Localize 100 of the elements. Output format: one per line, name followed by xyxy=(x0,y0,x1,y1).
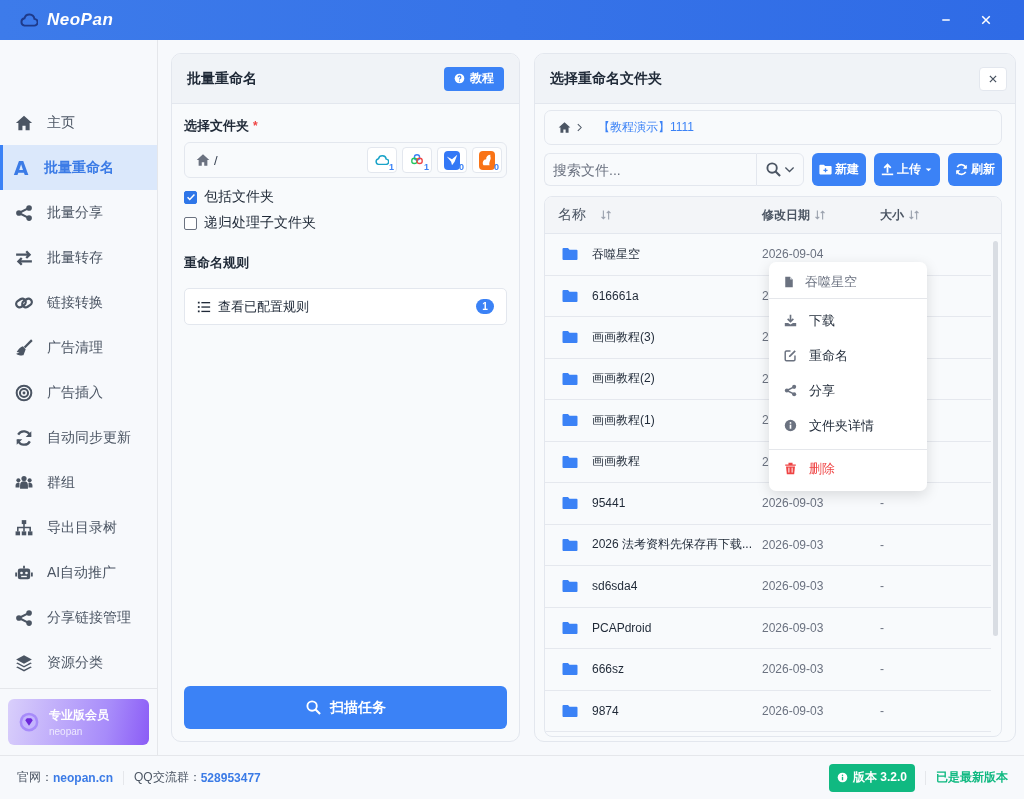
sidebar-item[interactable]: 批量分享 xyxy=(0,190,157,235)
folder-icon xyxy=(562,412,578,429)
folder-icon xyxy=(562,702,578,719)
sort-icon xyxy=(600,209,612,221)
home-icon xyxy=(15,113,33,132)
close-button[interactable] xyxy=(979,66,1007,91)
member-subtitle: neopan xyxy=(49,726,84,737)
modified-date: 2 xyxy=(762,288,769,303)
folder-row[interactable]: 9874 2026-09-03 - xyxy=(545,690,991,732)
letter-icon: A xyxy=(12,156,30,179)
sidebar-item[interactable]: 批量转存 xyxy=(0,235,157,280)
sidebar-item[interactable]: 广告清理 xyxy=(0,325,157,370)
layers-icon xyxy=(15,653,33,672)
size-value: - xyxy=(880,579,884,594)
sidebar-item[interactable]: 资源分类 xyxy=(0,640,157,685)
sidebar-item[interactable]: 导出目录树 xyxy=(0,505,157,550)
exchange-icon xyxy=(15,248,33,267)
trash-icon xyxy=(784,462,797,475)
modified-date: 2026-09-04 xyxy=(762,247,824,262)
share-icon xyxy=(15,203,33,222)
section-label: 重命名规则 xyxy=(184,254,250,272)
drive-button[interactable]: 0 xyxy=(472,147,502,173)
search-field[interactable]: 搜索文件... xyxy=(544,153,756,186)
search-icon xyxy=(305,700,321,715)
sidebar-item[interactable]: 主页 xyxy=(0,100,157,145)
checkbox[interactable] xyxy=(184,190,197,204)
home-icon xyxy=(558,121,571,134)
panel-title: 批量重命名 xyxy=(187,69,257,88)
site-link[interactable]: neopan.cn xyxy=(53,770,113,785)
sidebar-item[interactable]: 链接转换 xyxy=(0,280,157,325)
folder-name: PCAPdroid xyxy=(592,620,652,635)
menu-item[interactable]: 文件夹详情 xyxy=(769,408,927,443)
file-icon xyxy=(783,276,795,288)
share-icon xyxy=(15,608,33,627)
column-header[interactable]: 大小 xyxy=(880,206,904,224)
refresh-button[interactable]: 刷新 xyxy=(948,153,1002,186)
folder-icon xyxy=(562,578,578,595)
folder-row[interactable]: sd6sda4 2026-09-03 - xyxy=(545,566,991,608)
group-icon xyxy=(15,473,33,492)
count-badge: 1 xyxy=(476,299,494,314)
chevron-right-icon xyxy=(575,123,584,132)
member-title: 专业版会员 xyxy=(49,707,109,724)
required-mark: * xyxy=(253,119,258,133)
modified-date: 2 xyxy=(762,371,769,386)
sidebar-item[interactable]: AI自动推广 xyxy=(0,550,157,595)
edit-icon xyxy=(784,349,797,362)
search-icon xyxy=(765,162,781,177)
list-icon xyxy=(197,299,211,314)
cloud-icon xyxy=(20,11,38,29)
broom-icon xyxy=(15,338,33,357)
folder-row[interactable]: 666sz 2026-09-03 - xyxy=(545,649,991,691)
sidebar-item[interactable]: 广告插入 xyxy=(0,370,157,415)
scan-button[interactable]: 扫描任务 xyxy=(184,686,507,729)
drive-button[interactable]: 0 xyxy=(437,147,467,173)
modified-date: 2026-09-03 xyxy=(762,496,824,511)
folder-path-field[interactable]: / 1 1 0 0 xyxy=(184,142,507,178)
sync-icon xyxy=(15,428,33,447)
new-folder-button[interactable]: 新建 xyxy=(812,153,866,186)
folder-icon xyxy=(562,536,578,553)
folder-name: 616661a xyxy=(592,288,639,303)
gem-icon xyxy=(19,712,39,732)
close-icon xyxy=(980,14,992,26)
folder-icon xyxy=(562,370,578,387)
robot-icon xyxy=(15,563,33,582)
sync-icon xyxy=(955,163,968,176)
sidebar-item[interactable]: 群组 xyxy=(0,460,157,505)
folder-name: sd6sda4 xyxy=(592,579,638,594)
scrollbar[interactable] xyxy=(993,241,998,636)
search-options-button[interactable] xyxy=(756,153,804,186)
tutorial-button[interactable]: 教程 xyxy=(444,66,504,91)
folder-row[interactable]: 2026 法考资料先保存再下载... 2026-09-03 - xyxy=(545,524,991,566)
folder-name: 画画教程(2) xyxy=(592,370,655,388)
site-label: 官网： xyxy=(17,769,53,786)
breadcrumb-link[interactable]: 【教程演示】1111 xyxy=(598,119,695,136)
drive-button[interactable]: 1 xyxy=(402,147,432,173)
upload-button[interactable]: 上传 xyxy=(874,153,940,186)
bird-icon xyxy=(445,153,459,167)
sidebar-item[interactable]: 分享链接管理 xyxy=(0,595,157,640)
share-icon xyxy=(784,384,797,397)
rings-icon xyxy=(410,153,424,167)
qq-group-label: QQ交流群： xyxy=(134,769,201,786)
info-icon xyxy=(836,772,848,783)
sidebar-item[interactable]: 自动同步更新 xyxy=(0,415,157,460)
modified-date: 2 xyxy=(762,454,769,469)
update-status: 已是最新版本 xyxy=(936,769,1008,786)
column-header[interactable]: 修改日期 xyxy=(762,206,810,224)
folder-icon xyxy=(562,287,578,304)
modified-date: 2 xyxy=(762,330,769,345)
check-icon xyxy=(185,192,196,202)
sitemap-icon xyxy=(15,518,33,537)
drive-button[interactable]: 1 xyxy=(367,147,397,173)
checkbox[interactable] xyxy=(184,216,197,230)
size-value: - xyxy=(880,496,884,511)
folder-row[interactable]: PCAPdroid 2026-09-03 - xyxy=(545,607,991,649)
column-header[interactable]: 名称 xyxy=(558,206,586,224)
folder-name: 666sz xyxy=(592,662,625,677)
folder-name: 画画教程(3) xyxy=(592,328,655,346)
view-rules-button[interactable]: 查看已配置规则 1 xyxy=(184,288,507,325)
upload-icon xyxy=(881,163,894,176)
qq-group-link[interactable]: 528953477 xyxy=(200,770,261,785)
